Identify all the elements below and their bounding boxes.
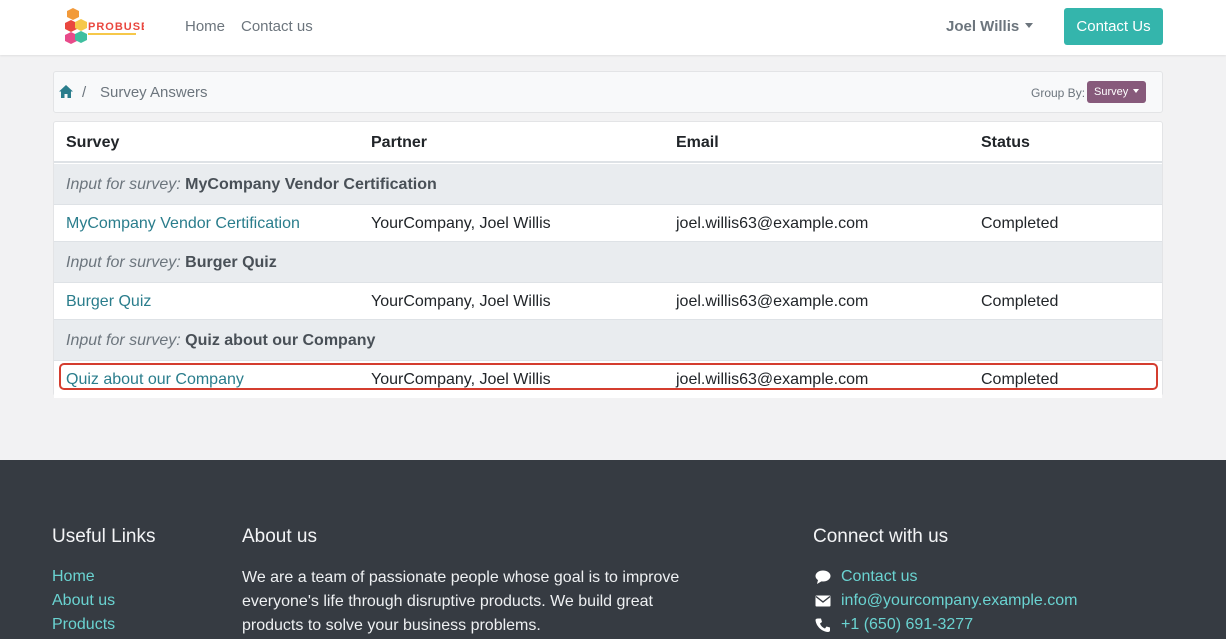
- nav-contact-link[interactable]: Contact us: [241, 18, 313, 35]
- status-cell: Completed: [981, 215, 1059, 232]
- partner-cell: YourCompany, Joel Willis: [371, 215, 551, 232]
- survey-link[interactable]: Quiz about our Company: [66, 371, 244, 389]
- group-name: MyCompany Vendor Certification: [185, 176, 437, 193]
- company-logo[interactable]: PROBUSE: [64, 7, 148, 49]
- partner-cell: YourCompany, Joel Willis: [371, 293, 551, 310]
- user-name: Joel Willis: [946, 18, 1020, 35]
- logo-icon: PROBUSE: [65, 8, 148, 44]
- footer-link-about[interactable]: About us: [52, 592, 115, 610]
- envelope-icon: [815, 594, 831, 608]
- group-prefix: Input for survey:: [66, 176, 181, 193]
- comment-icon: [815, 570, 831, 584]
- footer-phone-link[interactable]: +1 (650) 691-3277: [841, 616, 973, 634]
- about-text: We are a team of passionate people whose…: [242, 569, 680, 634]
- top-navbar: PROBUSE Home Contact us Joel Willis Cont…: [0, 0, 1226, 55]
- column-header-survey[interactable]: Survey: [66, 134, 119, 152]
- breadcrumb-separator: /: [82, 84, 87, 101]
- footer-contact-link[interactable]: Contact us: [841, 568, 917, 586]
- group-prefix: Input for survey:: [66, 332, 181, 349]
- group-by-label: Group By:: [1031, 86, 1086, 100]
- phone-icon: [815, 618, 831, 632]
- footer-link-home[interactable]: Home: [52, 568, 95, 586]
- status-cell: Completed: [981, 293, 1059, 310]
- survey-link[interactable]: Burger Quiz: [66, 293, 151, 311]
- useful-links-heading: Useful Links: [52, 526, 156, 547]
- group-row: Input for survey: Burger Quiz: [54, 242, 1162, 283]
- table-row[interactable]: Quiz about our Company YourCompany, Joel…: [54, 361, 1162, 398]
- connect-heading: Connect with us: [813, 526, 949, 547]
- footer-link-products[interactable]: Products: [52, 616, 115, 634]
- email-cell: joel.willis63@example.com: [676, 371, 869, 388]
- column-header-email[interactable]: Email: [676, 134, 719, 152]
- group-by-dropdown[interactable]: Survey: [1087, 81, 1146, 103]
- about-heading: About us: [242, 526, 317, 547]
- email-cell: joel.willis63@example.com: [676, 215, 869, 232]
- table-header-row: Survey Partner Email Status: [54, 122, 1162, 163]
- partner-cell: YourCompany, Joel Willis: [371, 371, 551, 388]
- group-prefix: Input for survey:: [66, 254, 181, 271]
- group-by-value: Survey: [1094, 86, 1129, 98]
- group-row: Input for survey: Quiz about our Company: [54, 320, 1162, 361]
- home-icon[interactable]: [59, 85, 73, 98]
- chevron-down-icon: [1133, 89, 1140, 93]
- group-name: Burger Quiz: [185, 254, 277, 271]
- footer-email-link[interactable]: info@yourcompany.example.com: [841, 592, 1078, 610]
- table-row[interactable]: MyCompany Vendor Certification YourCompa…: [54, 205, 1162, 242]
- survey-link[interactable]: MyCompany Vendor Certification: [66, 215, 300, 233]
- breadcrumb-current: Survey Answers: [100, 84, 208, 101]
- nav-home-link[interactable]: Home: [185, 18, 225, 35]
- site-footer: Useful Links Home About us Products Abou…: [0, 460, 1226, 639]
- contact-us-button[interactable]: Contact Us: [1064, 8, 1163, 45]
- column-header-status[interactable]: Status: [981, 134, 1030, 152]
- status-cell: Completed: [981, 371, 1059, 388]
- chevron-down-icon: [1025, 23, 1034, 28]
- user-menu-dropdown[interactable]: Joel Willis: [946, 18, 1034, 35]
- survey-answers-table: Survey Partner Email Status Input for su…: [53, 121, 1163, 398]
- group-row: Input for survey: MyCompany Vendor Certi…: [54, 164, 1162, 205]
- column-header-partner[interactable]: Partner: [371, 134, 427, 152]
- email-cell: joel.willis63@example.com: [676, 293, 869, 310]
- svg-text:PROBUSE: PROBUSE: [88, 21, 144, 33]
- group-name: Quiz about our Company: [185, 332, 376, 349]
- table-row[interactable]: Burger Quiz YourCompany, Joel Willis joe…: [54, 283, 1162, 320]
- breadcrumb: / Survey Answers Group By: Survey: [53, 71, 1163, 113]
